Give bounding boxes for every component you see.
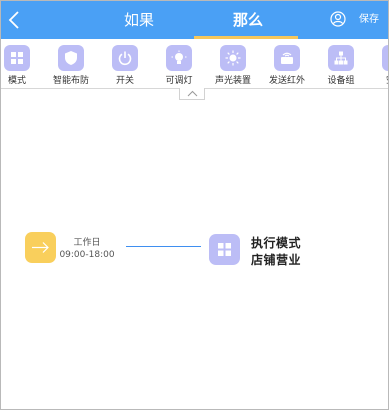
device-item-label: 设备组 xyxy=(327,76,355,86)
device-item-device-group[interactable]: 设备组 xyxy=(311,45,371,87)
air-icon xyxy=(387,50,388,66)
chevron-up-icon xyxy=(187,90,198,97)
tab-if[interactable]: 如果 xyxy=(119,1,159,39)
bulb-icon xyxy=(171,50,187,64)
device-item-label: 开关 xyxy=(115,76,134,86)
device-item-air[interactable]: 空气 xyxy=(365,45,388,87)
device-item-label: 智能布防 xyxy=(52,76,89,86)
device-item-switch[interactable]: 开关 xyxy=(95,45,155,87)
device-item-label: 空气 xyxy=(365,73,388,86)
device-item-label: 声光装置 xyxy=(214,76,251,86)
infrared-icon xyxy=(281,52,293,64)
back-button[interactable] xyxy=(7,10,23,30)
alarm-icon xyxy=(225,50,241,66)
save-button[interactable]: 保存 xyxy=(359,11,379,29)
device-item-air-tile xyxy=(382,45,388,71)
device-item-mode-tile xyxy=(4,45,30,71)
user-icon xyxy=(330,11,346,27)
power-icon xyxy=(118,51,132,66)
device-item-sound-light-tile xyxy=(220,45,246,71)
device-item-smart-arming-tile xyxy=(58,45,84,71)
device-item-send-infrared-tile xyxy=(274,45,300,71)
grid-icon xyxy=(11,52,23,64)
trigger-condition-icon-box[interactable] xyxy=(25,232,56,263)
trigger-time: 09:00-18:00 xyxy=(59,250,115,260)
device-item-label: 发送红外 xyxy=(268,76,305,86)
top-bar: 如果 那么 保存 xyxy=(1,1,388,39)
device-item-label: 可调灯 xyxy=(165,76,193,86)
collapse-toggle[interactable] xyxy=(179,88,205,100)
device-item-dimmable-light[interactable]: 可调灯 xyxy=(149,45,209,87)
arrow-right-icon xyxy=(32,242,49,253)
tab-then[interactable]: 那么 xyxy=(228,1,268,39)
grid-icon xyxy=(218,243,231,256)
action-target: 店铺营业 xyxy=(251,253,302,267)
action-icon-box[interactable] xyxy=(209,234,240,265)
device-item-switch-tile xyxy=(112,45,138,71)
device-group-icon xyxy=(334,51,348,65)
shield-icon xyxy=(65,51,77,65)
device-item-send-infrared[interactable]: 发送红外 xyxy=(257,45,317,87)
device-item-dimmable-light-tile xyxy=(166,45,192,71)
trigger-title: 工作日 xyxy=(73,238,101,248)
device-type-bar: 模式 智能布防 开关 可调灯 声光装置 发送红外 设备组 xyxy=(1,39,388,89)
device-item-smart-arming[interactable]: 智能布防 xyxy=(41,45,101,87)
user-button[interactable] xyxy=(330,11,346,27)
device-item-device-group-tile xyxy=(328,45,354,71)
rule-connector-line xyxy=(126,246,201,247)
device-item-sound-light[interactable]: 声光装置 xyxy=(203,45,263,87)
chevron-left-icon xyxy=(8,11,19,29)
action-title: 执行模式 xyxy=(251,236,302,250)
